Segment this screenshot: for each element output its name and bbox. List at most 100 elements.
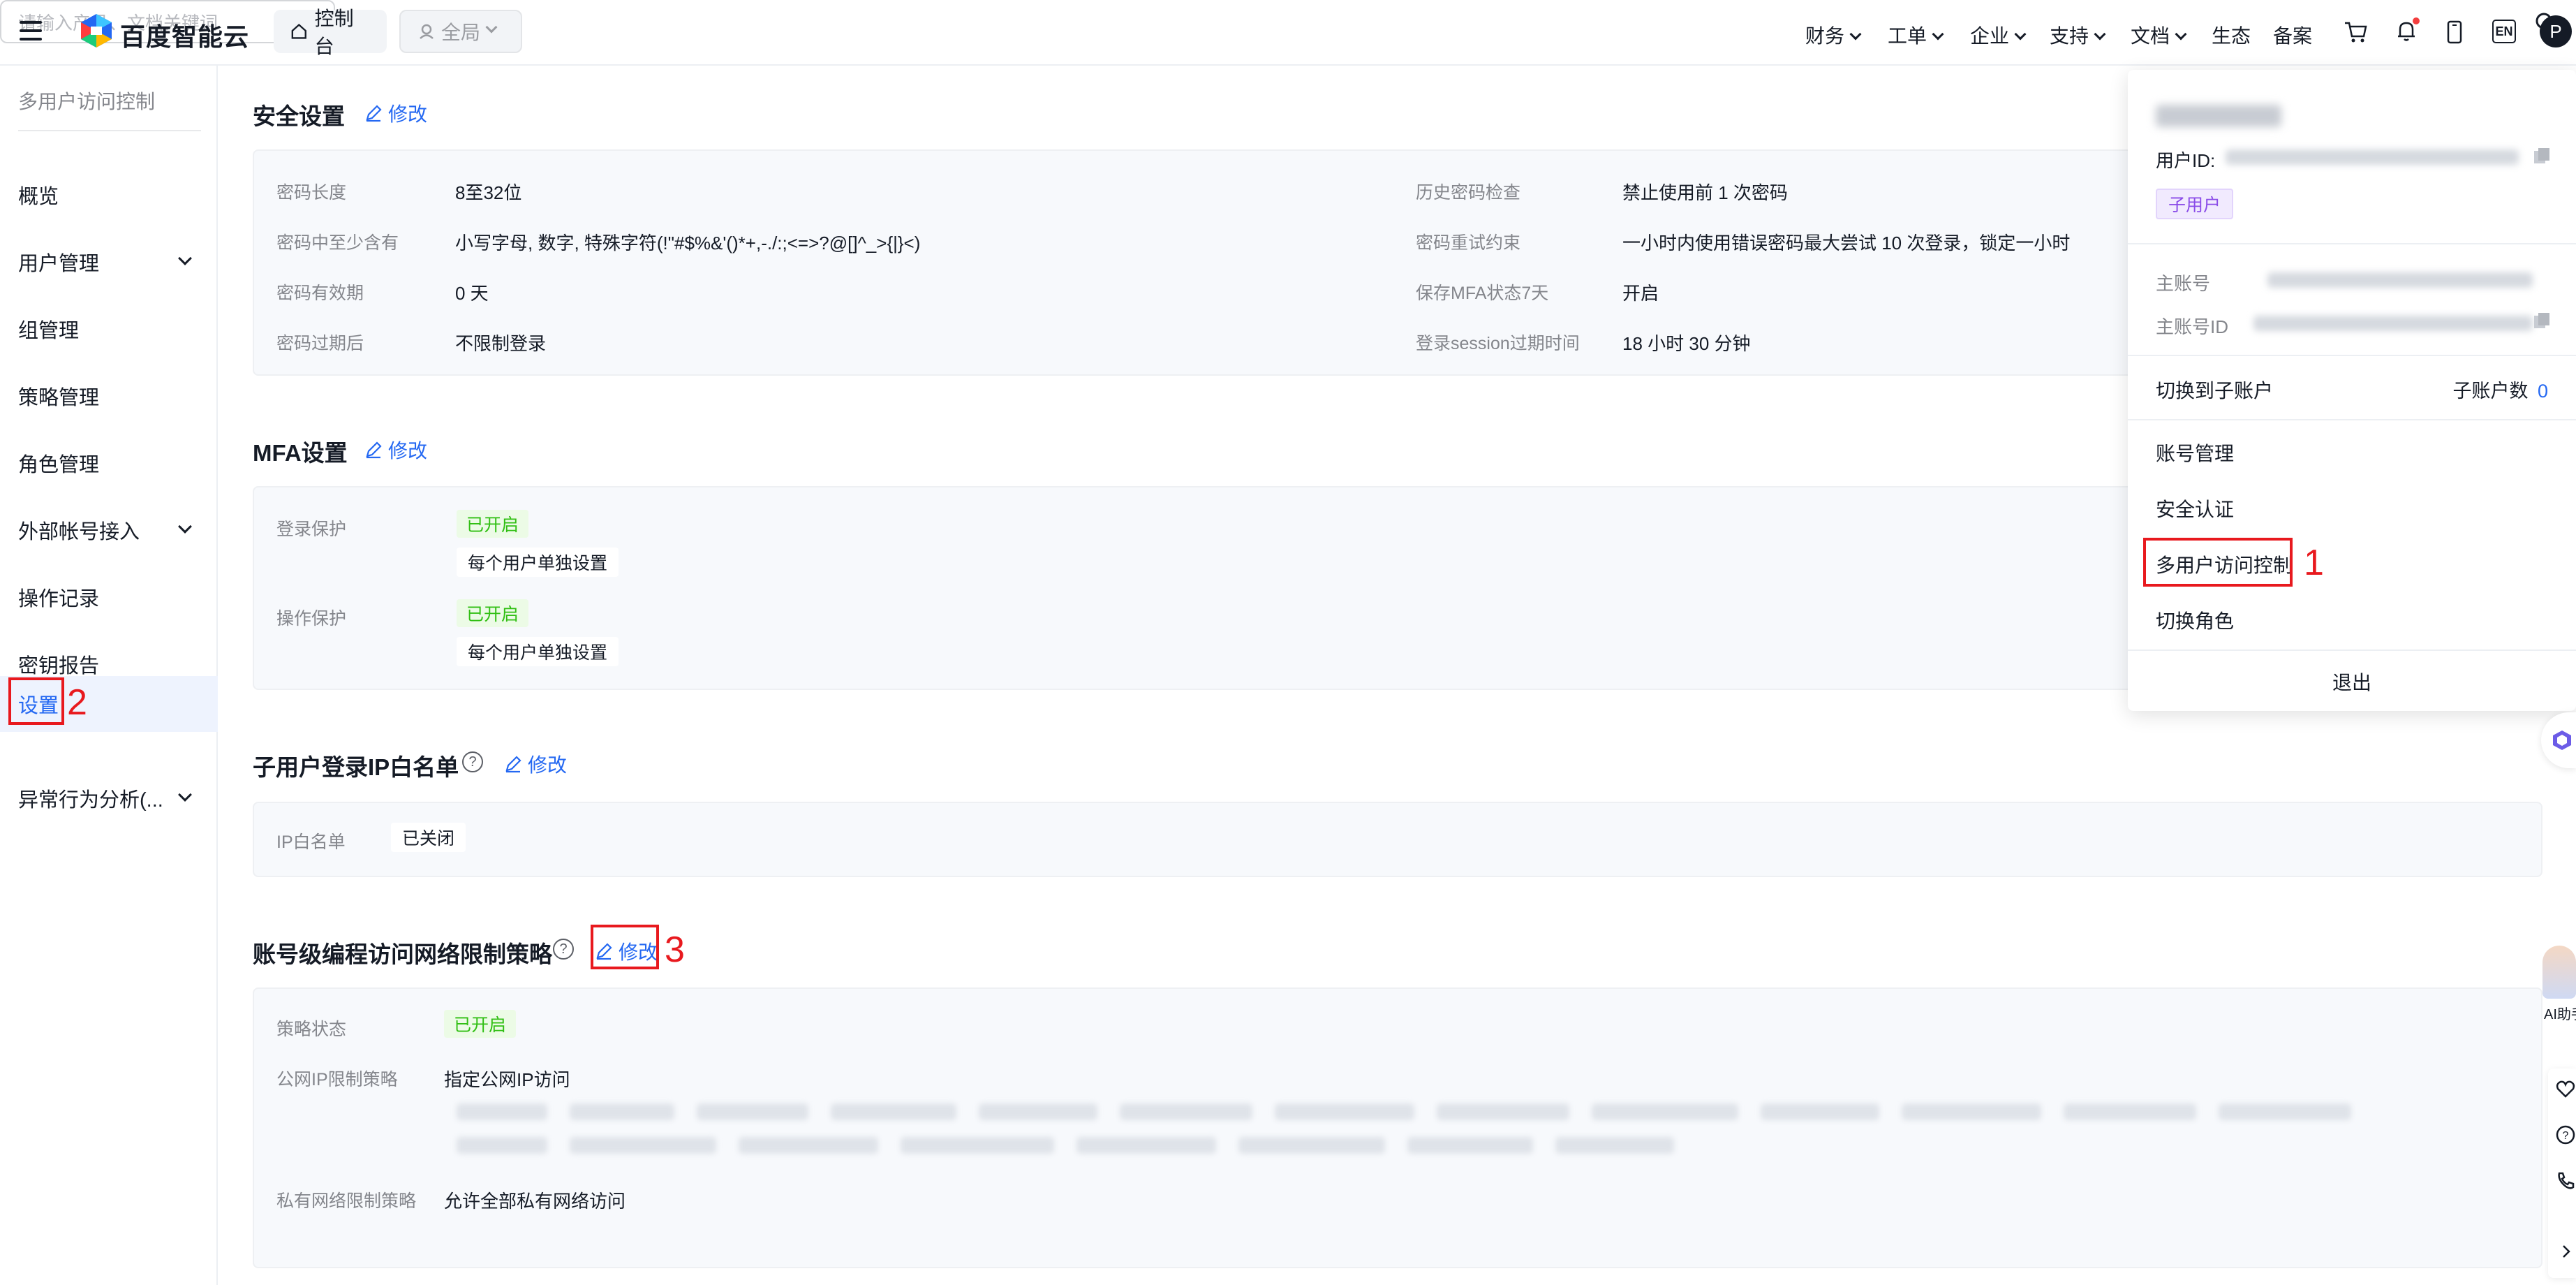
menu-item-account-management[interactable]: 账号管理 xyxy=(2156,439,2234,467)
pwd-length-value: 8至32位 xyxy=(455,182,522,203)
console-button[interactable]: 控制台 xyxy=(274,8,387,57)
session-expire-value: 18 小时 30 分钟 xyxy=(1622,333,1751,354)
mfa-settings-panel: 登录保护 已开启 每个用户单独设置 操作保护 已开启 每个用户单独设置 xyxy=(253,486,2346,690)
chevron-down-icon xyxy=(485,21,498,34)
sidebar-item-external-accounts[interactable]: 外部帐号接入 xyxy=(0,502,218,558)
annotation-number-2: 2 xyxy=(67,682,87,723)
redacted-ip xyxy=(1555,1137,1674,1154)
nav-docs[interactable]: 文档 xyxy=(2131,21,2187,49)
nav-finance[interactable]: 财务 xyxy=(1805,21,1862,49)
ip-whitelist-panel: IP白名单 已关闭 xyxy=(253,802,2542,877)
pwd-chars-label: 密码中至少含有 xyxy=(276,233,399,253)
avatar[interactable]: P xyxy=(2540,15,2572,47)
sidebar-item-roles[interactable]: 角色管理 xyxy=(0,435,218,491)
divider xyxy=(2128,355,2576,356)
divider xyxy=(2128,649,2576,651)
security-edit-button[interactable]: 修改 xyxy=(364,99,427,127)
region-select[interactable]: 全局 xyxy=(399,10,522,53)
annotation-number-3: 3 xyxy=(665,930,685,970)
status-badge: 已开启 xyxy=(457,510,529,538)
sidebar-item-policies[interactable]: 策略管理 xyxy=(0,368,218,424)
region-label: 全局 xyxy=(441,22,481,43)
nav-enterprise[interactable]: 企业 xyxy=(1970,21,2027,49)
console-label: 控制台 xyxy=(314,8,354,57)
ai-assistant[interactable]: AI助手 xyxy=(2534,946,2576,1022)
phone-call-icon[interactable] xyxy=(2555,1170,2576,1191)
sidebar-item-operation-log[interactable]: 操作记录 xyxy=(0,569,218,625)
private-network-policy-label: 私有网络限制策略 xyxy=(276,1191,417,1211)
switch-sub-account[interactable]: 切换到子账户 xyxy=(2156,376,2273,404)
help-icon[interactable]: ? xyxy=(462,751,483,772)
status-badge: 已开启 xyxy=(457,599,529,627)
session-expire-label: 登录session过期时间 xyxy=(1416,334,1580,353)
redacted-ip xyxy=(457,1103,547,1120)
pwd-retry-value: 一小时内使用错误密码最大尝试 10 次登录，锁定一小时 xyxy=(1622,233,2071,254)
baidu-cloud-logo[interactable] xyxy=(78,13,114,49)
redacted-ip xyxy=(2219,1103,2351,1120)
phone-icon[interactable] xyxy=(2445,20,2464,45)
bell-icon[interactable] xyxy=(2393,17,2421,45)
logout-button[interactable]: 退出 xyxy=(2128,668,2576,696)
redacted-ip xyxy=(1437,1103,1569,1120)
login-protection-detail: 每个用户单独设置 xyxy=(457,548,619,577)
chevron-down-icon xyxy=(178,788,192,802)
location-icon xyxy=(420,24,434,39)
security-settings-title: 安全设置 xyxy=(253,103,345,129)
redacted-ip xyxy=(901,1137,1054,1154)
annotation-box-settings xyxy=(8,677,64,725)
chevron-down-icon xyxy=(2175,28,2187,41)
sidebar-item-users[interactable]: 用户管理 xyxy=(0,234,218,290)
copy-icon[interactable] xyxy=(2533,147,2551,165)
logo-text[interactable]: 百度智能云 xyxy=(120,17,249,53)
copy-icon[interactable] xyxy=(2533,311,2551,330)
chevron-down-icon xyxy=(178,520,192,534)
chevron-down-icon xyxy=(1932,28,1944,41)
redacted-ip xyxy=(831,1103,956,1120)
nav-support[interactable]: 支持 xyxy=(2050,21,2106,49)
nav-ecosystem[interactable]: 生态 xyxy=(2212,21,2251,49)
ip-whitelist-edit-button[interactable]: 修改 xyxy=(504,750,567,778)
login-protection-label: 登录保护 xyxy=(276,520,347,539)
redacted-ip xyxy=(1275,1103,1414,1120)
help-icon[interactable]: ? xyxy=(553,939,574,960)
sidebar: 多用户访问控制 概览 用户管理 组管理 策略管理 角色管理 外部帐号接入 操作记… xyxy=(0,66,218,1285)
chevron-down-icon xyxy=(1849,28,1862,41)
floating-assistant-tab[interactable] xyxy=(2541,712,2576,768)
sidebar-item-groups[interactable]: 组管理 xyxy=(0,301,218,357)
nav-filing[interactable]: 备案 xyxy=(2273,21,2312,49)
private-network-policy-value: 允许全部私有网络访问 xyxy=(444,1191,626,1212)
pwd-expired-value: 不限制登录 xyxy=(455,333,547,354)
home-icon xyxy=(291,23,306,39)
pwd-history-label: 历史密码检查 xyxy=(1416,183,1521,203)
pwd-expired-label: 密码过期后 xyxy=(276,334,364,353)
main-account-label: 主账号 xyxy=(2156,273,2211,294)
mfa-edit-button[interactable]: 修改 xyxy=(364,436,427,464)
redacted-ip xyxy=(1592,1103,1738,1120)
redacted-ip xyxy=(1076,1137,1216,1154)
menu-icon[interactable] xyxy=(20,21,42,41)
chevron-right-icon[interactable] xyxy=(2558,1243,2575,1260)
edit-icon xyxy=(505,756,521,773)
nav-ticket[interactable]: 工单 xyxy=(1888,21,1944,49)
redacted-ip xyxy=(570,1137,716,1154)
redacted-ip xyxy=(979,1103,1097,1120)
menu-item-security-auth[interactable]: 安全认证 xyxy=(2156,494,2234,522)
menu-item-switch-role[interactable]: 切换角色 xyxy=(2156,606,2234,634)
heart-icon[interactable] xyxy=(2555,1078,2576,1099)
status-badge: 已开启 xyxy=(444,1010,517,1038)
redacted-ip xyxy=(570,1103,674,1120)
pwd-length-label: 密码长度 xyxy=(276,183,347,203)
pwd-validity-label: 密码有效期 xyxy=(276,284,364,303)
divider xyxy=(2128,419,2576,420)
sub-user-tag: 子用户 xyxy=(2156,189,2234,219)
cart-icon[interactable] xyxy=(2343,20,2368,45)
language-switch[interactable]: EN xyxy=(2492,20,2516,43)
help-circle-icon[interactable]: ? xyxy=(2555,1124,2576,1145)
sidebar-item-overview[interactable]: 概览 xyxy=(0,167,218,223)
mfa-remember-value: 开启 xyxy=(1622,283,1659,304)
chevron-down-icon xyxy=(178,251,192,265)
redacted-ip xyxy=(697,1103,808,1120)
redacted-ip xyxy=(457,1137,547,1154)
sidebar-item-anomaly-analysis[interactable]: 异常行为分析(... xyxy=(0,770,218,826)
sidebar-title: 多用户访问控制 xyxy=(18,91,156,112)
